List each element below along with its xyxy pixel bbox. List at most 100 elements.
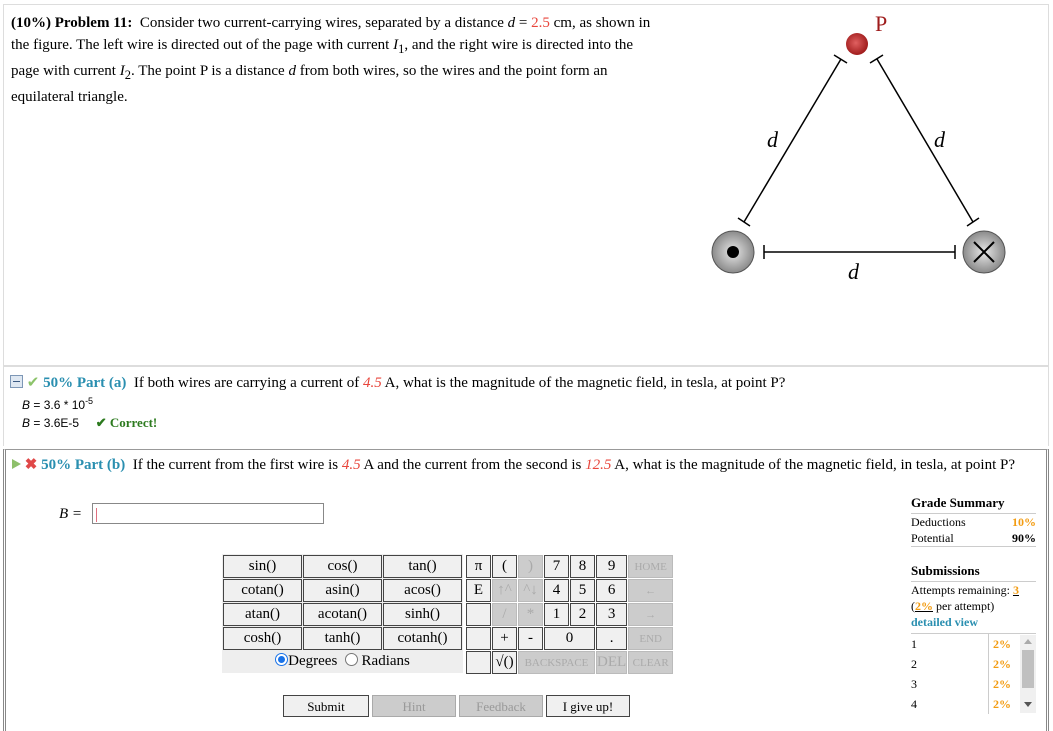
per-attempt: (2% per attempt): [911, 598, 1036, 614]
key-6[interactable]: 6: [596, 579, 628, 602]
deductions-value: 10%: [1012, 515, 1036, 529]
grade-summary: Grade Summary Deductions 10% Potential 9…: [911, 495, 1036, 714]
submission-row: 3 2%: [911, 674, 1036, 694]
key-e[interactable]: E: [466, 579, 491, 602]
radians-radio[interactable]: [344, 653, 358, 666]
deductions-label: Deductions: [911, 515, 966, 529]
key-plus[interactable]: +: [492, 627, 517, 650]
degrees-radio[interactable]: [275, 653, 289, 666]
hint-button[interactable]: Hint: [372, 695, 456, 717]
feedback-button[interactable]: Feedback: [459, 695, 543, 717]
key-right-arrow[interactable]: →: [628, 603, 674, 626]
part-b-current1: 4.5: [341, 457, 361, 473]
wire-out-of-page-icon: [711, 230, 755, 274]
part-a-panel: ✔ 50% Part (a) If both wires are carryin…: [3, 366, 1049, 446]
key-caret-down[interactable]: ^↓: [518, 579, 543, 602]
detailed-view-link[interactable]: detailed view: [911, 614, 1036, 630]
key-up-caret[interactable]: ↑^: [492, 579, 517, 602]
function-key[interactable]: sinh(): [383, 603, 462, 626]
scroll-up-icon[interactable]: [1024, 639, 1032, 644]
submission-penalty: 2%: [988, 634, 1015, 654]
problem-number: Problem 11:: [54, 15, 133, 31]
right-side-line: [876, 58, 974, 223]
submissions-title: Submissions: [911, 563, 1036, 582]
left-side-tick-bottom: [737, 217, 751, 227]
key-blank: [466, 627, 491, 650]
function-key[interactable]: tan(): [383, 555, 462, 578]
function-key[interactable]: tanh(): [303, 627, 382, 650]
answer-value: = 3.6E-5: [30, 416, 80, 430]
submit-button[interactable]: Submit: [283, 695, 369, 717]
numeric-keypad: π ( ) 7 8 9 HOME E ↑^ ^↓ 4 5 6 ← / * 1 2…: [465, 554, 675, 675]
left-side-tick-top: [833, 54, 848, 64]
function-key[interactable]: cos(): [303, 555, 382, 578]
part-b-panel: ✖ 50% Part (b) If the current from the f…: [3, 449, 1049, 731]
function-keypad: sin() cos() tan() cotan() asin() acos() atan()…: [222, 554, 463, 673]
grade-summary-title: Grade Summary: [911, 495, 1036, 514]
key-dot[interactable]: .: [596, 627, 628, 650]
problem-text: Consider two current-carrying wires, sep…: [139, 15, 508, 31]
problem-panel: (10%) Problem 11: Consider two current-c…: [3, 4, 1049, 367]
key-left-arrow[interactable]: ←: [628, 579, 674, 602]
scroll-thumb[interactable]: [1022, 650, 1034, 688]
submission-row: 4 2%: [911, 694, 1036, 714]
answer-input-label: B =: [59, 506, 83, 522]
problem-weight: (10%): [11, 15, 51, 31]
function-key[interactable]: acos(): [383, 579, 462, 602]
key-3[interactable]: 3: [596, 603, 628, 626]
collapse-icon[interactable]: [10, 375, 23, 388]
key-4[interactable]: 4: [544, 579, 569, 602]
give-up-button[interactable]: I give up!: [546, 695, 630, 717]
problem-text: . The point P is a distance: [130, 63, 289, 79]
part-a-answer-expression: B = 3.6 * 10-5: [22, 396, 93, 412]
right-side-tick-bottom: [966, 217, 980, 227]
key-backspace[interactable]: BACKSPACE: [518, 651, 595, 674]
left-side-line: [743, 58, 842, 223]
key-2[interactable]: 2: [570, 603, 595, 626]
answer-input[interactable]: [92, 503, 324, 524]
attempts-remaining: Attempts remaining: 3: [911, 582, 1036, 598]
bottom-label: d: [848, 259, 860, 284]
left-side-label: d: [767, 127, 779, 152]
answer-variable: B: [22, 398, 31, 412]
key-9[interactable]: 9: [596, 555, 628, 578]
key-8[interactable]: 8: [570, 555, 595, 578]
potential-row: Potential 90%: [911, 530, 1036, 547]
answer-variable: B: [22, 416, 31, 430]
key-del[interactable]: DEL: [596, 651, 628, 674]
key-pi[interactable]: π: [466, 555, 491, 578]
degrees-label: Degrees: [288, 653, 338, 669]
checkmark-icon: ✔: [26, 375, 40, 391]
key-5[interactable]: 5: [570, 579, 595, 602]
key-close-paren[interactable]: ): [518, 555, 543, 578]
problem-statement: (10%) Problem 11: Consider two current-c…: [11, 12, 661, 108]
key-open-paren[interactable]: (: [492, 555, 517, 578]
submissions-scrollbar[interactable]: [1020, 635, 1036, 713]
key-sqrt[interactable]: √(): [492, 651, 517, 674]
key-0[interactable]: 0: [544, 627, 595, 650]
attempts-label: Attempts remaining:: [911, 583, 1013, 597]
key-divide[interactable]: /: [492, 603, 517, 626]
function-key[interactable]: asin(): [303, 579, 382, 602]
key-minus[interactable]: -: [518, 627, 543, 650]
key-home[interactable]: HOME: [628, 555, 674, 578]
function-key[interactable]: cosh(): [223, 627, 302, 650]
key-clear[interactable]: CLEAR: [628, 651, 674, 674]
function-key[interactable]: cotan(): [223, 579, 302, 602]
submissions-list: 1 2% 2 2% 3 2% 4 2%: [911, 633, 1036, 714]
key-multiply[interactable]: *: [518, 603, 543, 626]
key-1[interactable]: 1: [544, 603, 569, 626]
part-a-current: 4.5: [362, 375, 382, 391]
scroll-down-icon[interactable]: [1024, 702, 1032, 707]
function-key[interactable]: cotanh(): [383, 627, 462, 650]
function-key[interactable]: sin(): [223, 555, 302, 578]
equals: =: [515, 15, 532, 31]
key-7[interactable]: 7: [544, 555, 569, 578]
submission-number: 4: [911, 697, 917, 711]
submission-penalty: 2%: [988, 654, 1015, 674]
function-key[interactable]: atan(): [223, 603, 302, 626]
part-a-answer-value: B = 3.6E-5 ✔ Correct!: [22, 415, 157, 431]
function-key[interactable]: acotan(): [303, 603, 382, 626]
key-end[interactable]: END: [628, 627, 674, 650]
answer-exponent: -5: [85, 396, 94, 406]
